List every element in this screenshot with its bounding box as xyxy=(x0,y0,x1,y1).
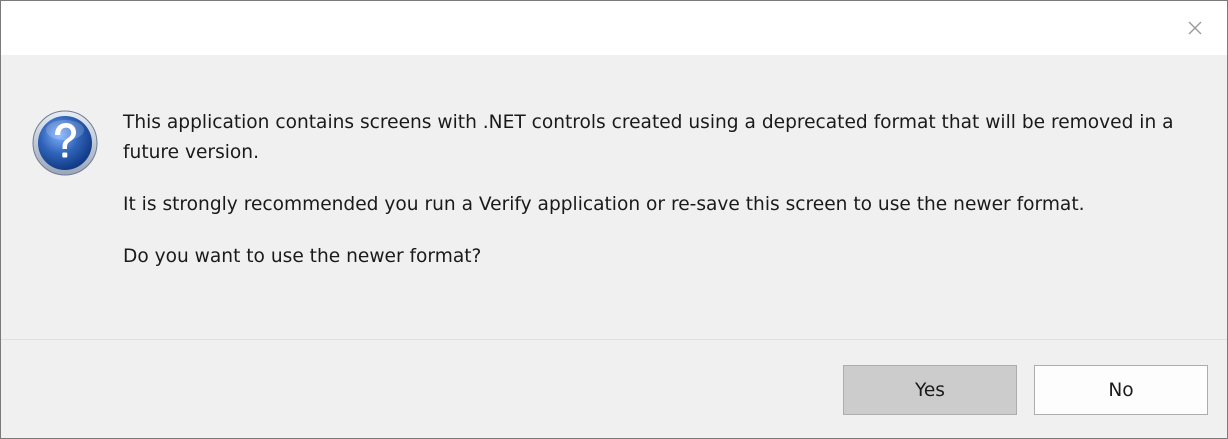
close-button[interactable] xyxy=(1163,1,1227,55)
button-bar: Yes No xyxy=(1,340,1227,438)
close-icon xyxy=(1187,20,1203,36)
dialog-content: This application contains screens with .… xyxy=(1,55,1227,339)
no-button[interactable]: No xyxy=(1034,365,1208,415)
title-bar xyxy=(1,1,1227,55)
message-line-2: It is strongly recommended you run a Ver… xyxy=(123,194,1085,215)
yes-button[interactable]: Yes xyxy=(843,365,1017,415)
message-dialog: This application contains screens with .… xyxy=(0,0,1228,439)
message-line-1: This application contains screens with .… xyxy=(123,112,1174,163)
message-text: This application contains screens with .… xyxy=(123,108,1213,294)
message-line-3: Do you want to use the newer format? xyxy=(123,246,482,267)
question-icon xyxy=(31,109,99,177)
